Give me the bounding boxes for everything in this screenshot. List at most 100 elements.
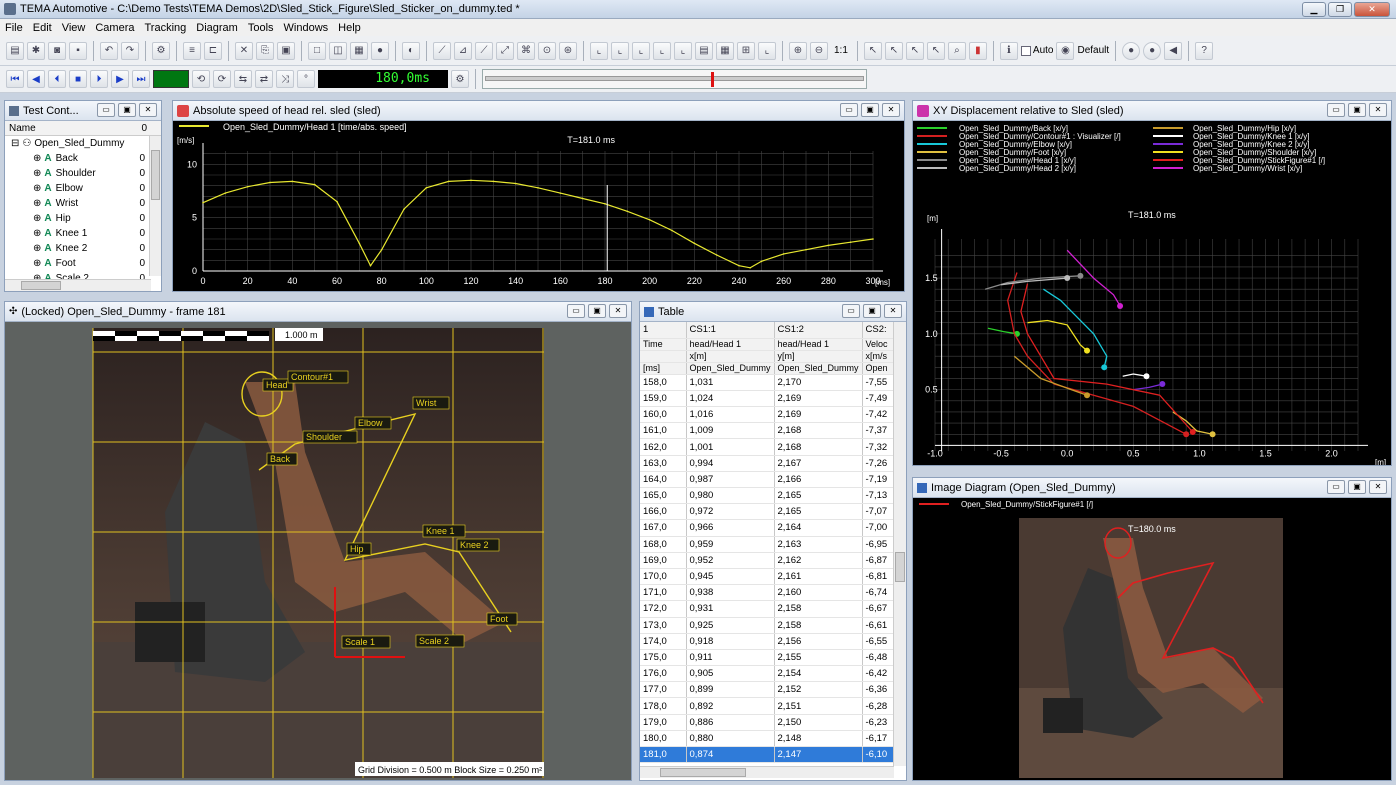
menu-tools[interactable]: Tools <box>243 22 279 34</box>
maximize-button[interactable]: ▣ <box>588 304 606 318</box>
chart-h-icon[interactable]: ⊞ <box>737 41 755 60</box>
name-column-header[interactable]: Name <box>9 123 36 134</box>
undo-icon[interactable]: ↶ <box>100 41 118 60</box>
cut-icon[interactable]: ✕ <box>235 41 253 60</box>
minimize-button[interactable]: ▭ <box>1327 103 1345 117</box>
table-row[interactable]: 178,0 0,892 2,151 -6,28 <box>640 697 895 715</box>
chart-f-icon[interactable]: ▤ <box>695 41 713 60</box>
sync-icon[interactable]: ⤨ <box>276 70 294 88</box>
help-icon[interactable]: ? <box>1195 41 1214 60</box>
tree-item[interactable]: ⊕ A Back 0 <box>5 151 161 166</box>
tree-item[interactable]: ⊕ A Foot 0 <box>5 256 161 271</box>
close-button[interactable]: ✕ <box>1354 2 1390 17</box>
table-row[interactable]: 174,0 0,918 2,156 -6,55 <box>640 633 895 650</box>
loop-c-icon[interactable]: ⇆ <box>234 70 252 88</box>
menu-file[interactable]: File <box>0 22 28 34</box>
pointer-edit-icon[interactable]: ↖ <box>905 41 924 60</box>
table-row[interactable]: 162,0 1,001 2,168 -7,32 <box>640 438 895 456</box>
minimize-button[interactable]: ▭ <box>97 103 115 117</box>
copy-icon[interactable]: ⎘ <box>256 41 274 60</box>
diagram-g-icon[interactable]: ⊛ <box>559 41 577 60</box>
zoom-out-icon[interactable]: ⊖ <box>810 41 828 60</box>
maximize-button[interactable]: ▣ <box>861 103 879 117</box>
minimize-button[interactable]: ▭ <box>842 304 860 318</box>
rewind-icon[interactable]: ⏮ <box>6 70 24 88</box>
close-button[interactable]: ✕ <box>882 103 900 117</box>
point-label[interactable]: Back <box>270 454 291 464</box>
list-icon[interactable]: ≡ <box>183 41 201 60</box>
close-button[interactable]: ✕ <box>1369 480 1387 494</box>
maximize-button[interactable]: ▣ <box>863 304 881 318</box>
table-row[interactable]: 159,0 1,024 2,169 -7,49 <box>640 390 895 408</box>
table-row[interactable]: 160,0 1,016 2,169 -7,42 <box>640 406 895 424</box>
window-icon[interactable]: □ <box>308 41 326 60</box>
timeline-slider[interactable] <box>482 69 867 89</box>
tree-item[interactable]: ⊕ A Knee 1 0 <box>5 226 161 241</box>
point-label[interactable]: Scale 1 <box>345 637 375 647</box>
diagram-f-icon[interactable]: ⊙ <box>538 41 556 60</box>
expand-icon[interactable]: ⊟ <box>11 138 19 149</box>
diagram-b-icon[interactable]: ⊿ <box>454 41 472 60</box>
table-row[interactable]: 179,0 0,886 2,150 -6,23 <box>640 714 895 731</box>
track-icon[interactable]: ◐ <box>402 41 420 60</box>
panel-icon[interactable]: ▦ <box>350 41 368 60</box>
settings-icon[interactable]: ⚙ <box>152 41 170 60</box>
fast-forward-icon[interactable]: ⏭ <box>132 70 150 88</box>
value-column-header[interactable]: 0 <box>141 123 147 134</box>
table-row[interactable]: 166,0 0,972 2,165 -7,07 <box>640 503 895 521</box>
point-label[interactable]: Shoulder <box>306 432 342 442</box>
speaker-icon[interactable]: ◀ <box>1164 41 1183 60</box>
menu-edit[interactable]: Edit <box>28 22 57 34</box>
table-row[interactable]: 172,0 0,931 2,158 -6,67 <box>640 600 895 618</box>
table-row[interactable]: 167,0 0,966 2,164 -7,00 <box>640 519 895 537</box>
chart-g-icon[interactable]: ▦ <box>716 41 734 60</box>
record-icon[interactable]: ● <box>371 41 389 60</box>
auto-checkbox[interactable]: Auto <box>1020 45 1053 56</box>
menu-help[interactable]: Help <box>333 22 366 34</box>
table-horizontal-scrollbar[interactable] <box>640 766 894 778</box>
paste-icon[interactable]: ▣ <box>277 41 295 60</box>
off-icon[interactable]: ● <box>1143 41 1162 60</box>
table-row[interactable]: 173,0 0,925 2,158 -6,61 <box>640 617 895 634</box>
point-label[interactable]: Head <box>266 380 288 390</box>
close-button[interactable]: ✕ <box>609 304 627 318</box>
tree-item[interactable]: ⊕ A Shoulder 0 <box>5 166 161 181</box>
zoom-scale-label[interactable]: 1:1 <box>831 45 851 56</box>
menu-diagram[interactable]: Diagram <box>191 22 243 34</box>
image-diagram-view[interactable]: Open_Sled_Dummy/StickFigure#1 [/] T=180.0… <box>913 498 1391 780</box>
table-row[interactable]: 181,0 0,874 2,147 -6,10 <box>640 746 895 764</box>
tree-item[interactable]: ⊕ A Knee 2 0 <box>5 241 161 256</box>
table-row[interactable]: 169,0 0,952 2,162 -6,87 <box>640 552 895 569</box>
tree-item[interactable]: ⊕ A Elbow 0 <box>5 181 161 196</box>
close-button[interactable]: ✕ <box>139 103 157 117</box>
chart-e-icon[interactable]: ⌞ <box>674 41 692 60</box>
loop-a-icon[interactable]: ⟲ <box>192 70 210 88</box>
play-icon[interactable]: ▶ <box>111 70 129 88</box>
pointer-move-icon[interactable]: ↖ <box>926 41 945 60</box>
maximize-button[interactable]: ▣ <box>1348 103 1366 117</box>
point-label[interactable]: Wrist <box>416 398 437 408</box>
diagram-d-icon[interactable]: ⤢ <box>496 41 514 60</box>
tree-item[interactable]: ⊕ A Hip 0 <box>5 211 161 226</box>
minimize-button[interactable]: ▁ <box>1302 2 1326 17</box>
tree-icon[interactable]: ⊏ <box>204 41 222 60</box>
open-icon[interactable]: ▤ <box>6 41 24 60</box>
table-row[interactable]: 161,0 1,009 2,168 -7,37 <box>640 422 895 440</box>
table-row[interactable]: 165,0 0,980 2,165 -7,13 <box>640 487 895 505</box>
table-row[interactable]: 171,0 0,938 2,160 -6,74 <box>640 584 895 602</box>
menu-view[interactable]: View <box>57 22 91 34</box>
table-vertical-scrollbar[interactable] <box>893 322 906 766</box>
next-frame-icon[interactable]: ⏵ <box>90 70 108 88</box>
table-row[interactable]: 176,0 0,905 2,154 -6,42 <box>640 665 895 683</box>
maximize-button[interactable]: ❐ <box>1328 2 1352 17</box>
menu-tracking[interactable]: Tracking <box>139 22 191 34</box>
point-label[interactable]: Elbow <box>358 418 383 428</box>
step-back-icon[interactable]: ◀ <box>27 70 45 88</box>
table-column-header[interactable]: CS1:2 <box>774 322 863 339</box>
tree-horizontal-scrollbar[interactable] <box>5 279 151 291</box>
camera-icon[interactable]: ◙ <box>48 41 66 60</box>
loop-b-icon[interactable]: ⟳ <box>213 70 231 88</box>
point-label[interactable]: Hip <box>350 544 364 554</box>
minimize-button[interactable]: ▭ <box>567 304 585 318</box>
prev-frame-icon[interactable]: ⏴ <box>48 70 66 88</box>
